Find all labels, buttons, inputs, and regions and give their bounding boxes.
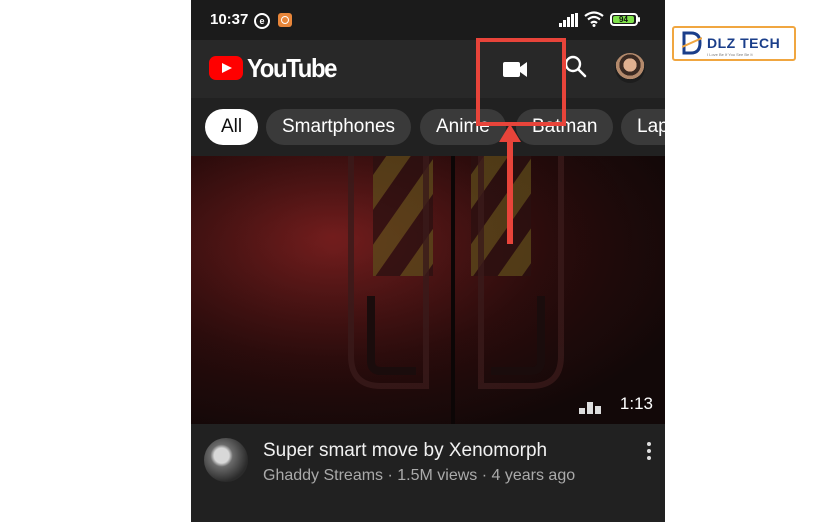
youtube-logo-icon[interactable] xyxy=(209,56,243,80)
app-notification-icon xyxy=(278,13,292,27)
channel-avatar[interactable] xyxy=(204,438,248,482)
video-duration: 1:13 xyxy=(619,394,653,413)
video-thumbnail[interactable]: 1:13 xyxy=(191,156,665,424)
thumbnail-image xyxy=(191,156,665,424)
video-title[interactable]: Super smart move by Xenomorph xyxy=(263,440,547,462)
chip-all[interactable]: All xyxy=(205,109,259,145)
signal-icon xyxy=(559,13,578,27)
battery-level: 94 xyxy=(613,16,634,24)
status-time: 10:37 xyxy=(210,11,249,28)
dlz-tech-watermark: DLZ TECH I Love Be If You See Be It xyxy=(672,26,796,61)
account-avatar[interactable] xyxy=(615,53,645,83)
battery-icon: 94 xyxy=(610,13,638,26)
battery-cap xyxy=(638,17,640,22)
youtube-wordmark[interactable]: YouTube xyxy=(247,53,337,84)
watermark-tagline: I Love Be If You See Be It xyxy=(707,52,753,57)
dlz-logo-icon xyxy=(682,31,702,55)
status-bar: 10:37 e 94 xyxy=(191,0,665,40)
chip-smartphones[interactable]: Smartphones xyxy=(266,109,412,145)
wifi-icon xyxy=(584,11,604,27)
e-badge-icon: e xyxy=(254,13,270,29)
chip-lap[interactable]: Lap xyxy=(621,109,665,145)
more-options-icon[interactable] xyxy=(642,442,656,462)
phone-screen: 10:37 e 94 YouTube All Smartphones Anime… xyxy=(191,0,665,522)
audio-bars-icon xyxy=(579,402,601,414)
watermark-text: DLZ TECH xyxy=(707,35,781,51)
arrow-up-icon xyxy=(499,124,521,244)
app-header: YouTube xyxy=(191,40,665,98)
video-subtitle: Ghaddy Streams · 1.5M views · 4 years ag… xyxy=(263,467,576,484)
video-meta: Super smart move by Xenomorph Ghaddy Str… xyxy=(191,424,665,514)
filter-chips-bar: All Smartphones Anime Batman Lap xyxy=(191,98,665,156)
highlight-box xyxy=(476,38,566,126)
